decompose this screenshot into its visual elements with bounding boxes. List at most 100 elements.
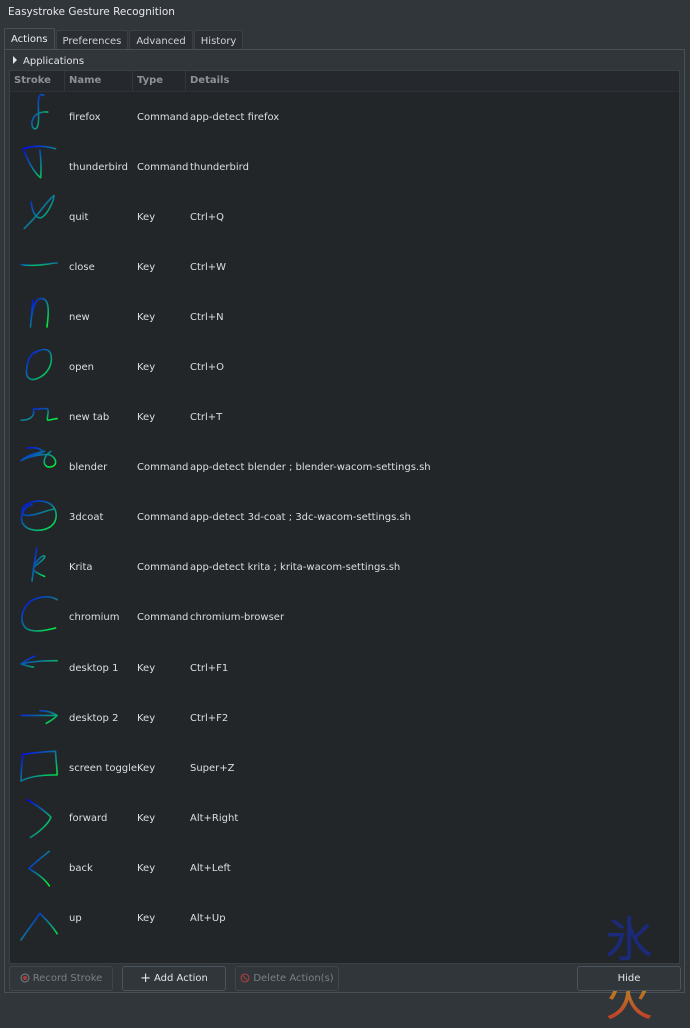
table-row[interactable]: up Key Alt+Up [10, 894, 679, 944]
delete-actions-label: Delete Action(s) [253, 973, 334, 984]
record-stroke-button[interactable]: Record Stroke [9, 966, 113, 991]
stroke-cell [10, 693, 65, 743]
action-type: Command [137, 111, 189, 123]
table-row[interactable]: desktop 1 Key Ctrl+F1 [10, 643, 679, 693]
action-name: Krita [69, 562, 93, 574]
table-row[interactable]: desktop 2 Key Ctrl+F2 [10, 693, 679, 743]
stroke-cell [10, 292, 65, 342]
caret-up-stroke-icon [20, 912, 58, 941]
action-name: new tab [69, 412, 110, 424]
table-row[interactable]: 3dcoat Command app-detect 3d-coat ; 3dc-wa… [10, 493, 679, 543]
stroke-cell [10, 443, 65, 493]
tab-bar: Actions Preferences Advanced History [4, 28, 244, 51]
window-title: Easystroke Gesture Recognition [8, 6, 175, 18]
action-name: thunderbird [69, 161, 128, 173]
table-row[interactable]: blender Command app-detect blender ; blend… [10, 443, 679, 493]
plus-icon: + [140, 971, 152, 986]
action-details: app-detect firefox [190, 111, 280, 123]
action-name: chromium [69, 612, 120, 624]
table-header: Stroke Name Type Details [10, 71, 679, 92]
table-row[interactable]: screen toggle Key Super+Z [10, 743, 679, 793]
record-stroke-label: Record Stroke [32, 973, 103, 984]
tab-advanced[interactable]: Advanced [129, 30, 193, 51]
table-row[interactable]: new tab Key Ctrl+T [10, 393, 679, 443]
record-icon [20, 973, 30, 983]
stroke-cell [10, 242, 65, 292]
action-type: Key [137, 362, 156, 374]
action-type: Command [137, 612, 189, 624]
actions-panel: Applications Stroke Name Type Details fi… [4, 49, 685, 1027]
table-row[interactable]: back Key Alt+Left [10, 843, 679, 893]
table-row[interactable]: close Key Ctrl+W [10, 242, 679, 292]
column-header-type[interactable]: Type [133, 71, 186, 91]
stroke-cell [10, 142, 65, 192]
expand-arrow-icon [13, 56, 17, 64]
applications-expander[interactable]: Applications [13, 54, 84, 70]
action-details: Ctrl+O [190, 362, 225, 374]
tab-history[interactable]: History [193, 30, 244, 51]
action-name: open [69, 362, 94, 374]
table-row[interactable]: thunderbird Command thunderbird [10, 142, 679, 192]
table-row[interactable]: Krita Command app-detect krita ; krita-wac… [10, 543, 679, 593]
stroke-cell [10, 393, 65, 443]
action-details: Alt+Left [190, 862, 231, 874]
action-details: Ctrl+F2 [190, 712, 229, 724]
action-type: Key [137, 662, 156, 674]
action-details: app-detect blender ; blender-wacom-setti… [190, 462, 431, 474]
action-details: Alt+Right [190, 812, 239, 824]
action-name: up [69, 913, 82, 925]
action-details: chromium-browser [190, 612, 285, 624]
action-name: 3dcoat [69, 512, 104, 524]
table-row[interactable]: quit Key Ctrl+Q [10, 192, 679, 242]
column-header-details[interactable]: Details [186, 71, 679, 91]
action-name: back [69, 862, 93, 874]
action-details: Ctrl+W [190, 261, 227, 273]
action-details: Ctrl+T [190, 412, 223, 424]
stroke-cell [10, 543, 65, 593]
stroke-cell [10, 843, 65, 893]
action-name: forward [69, 812, 108, 824]
actions-table: Stroke Name Type Details firefox Command a… [9, 70, 680, 964]
hide-button[interactable]: Hide [577, 966, 681, 991]
action-name: blender [69, 462, 108, 474]
table-row[interactable]: chromium Command chromium-browser [10, 593, 679, 643]
action-details: thunderbird [190, 161, 249, 173]
action-type: Command [137, 161, 189, 173]
table-row[interactable]: forward Key Alt+Right [10, 793, 679, 843]
stroke-cell [10, 593, 65, 643]
column-header-name[interactable]: Name [65, 71, 133, 91]
action-name: firefox [69, 111, 101, 123]
action-name: quit [69, 211, 89, 223]
action-type: Key [137, 311, 156, 323]
action-details: Ctrl+Q [190, 211, 225, 223]
add-action-label: Add Action [154, 973, 208, 984]
stroke-cell [10, 743, 65, 793]
table-row[interactable]: firefox Command app-detect firefox [10, 92, 679, 142]
action-details: app-detect 3d-coat ; 3dc-wacom-settings.… [190, 512, 412, 524]
tab-preferences[interactable]: Preferences [55, 30, 129, 51]
action-details: app-detect krita ; krita-wacom-settings.… [190, 562, 401, 574]
stroke-cell [10, 192, 65, 242]
action-type: Key [137, 211, 156, 223]
action-details: Ctrl+N [190, 311, 224, 323]
action-type: Command [137, 562, 189, 574]
table-row[interactable]: open Key Ctrl+O [10, 342, 679, 392]
stroke-cell [10, 643, 65, 693]
action-name: close [69, 261, 95, 273]
table-row[interactable]: new Key Ctrl+N [10, 292, 679, 342]
action-name: desktop 2 [69, 712, 119, 724]
action-type: Key [137, 762, 156, 774]
action-name: new [69, 311, 90, 323]
stroke-cell [10, 793, 65, 843]
action-type: Key [137, 261, 156, 273]
delete-actions-button[interactable]: Delete Action(s) [235, 966, 339, 991]
action-name: screen toggle [69, 762, 138, 774]
stroke-cell [10, 894, 65, 944]
add-action-button[interactable]: + Add Action [122, 966, 226, 991]
stroke-cell [10, 493, 65, 543]
applications-label: Applications [23, 56, 85, 67]
action-type: Key [137, 862, 156, 874]
tab-actions[interactable]: Actions [4, 28, 55, 51]
action-type: Key [137, 412, 156, 424]
stroke-cell [10, 343, 65, 393]
